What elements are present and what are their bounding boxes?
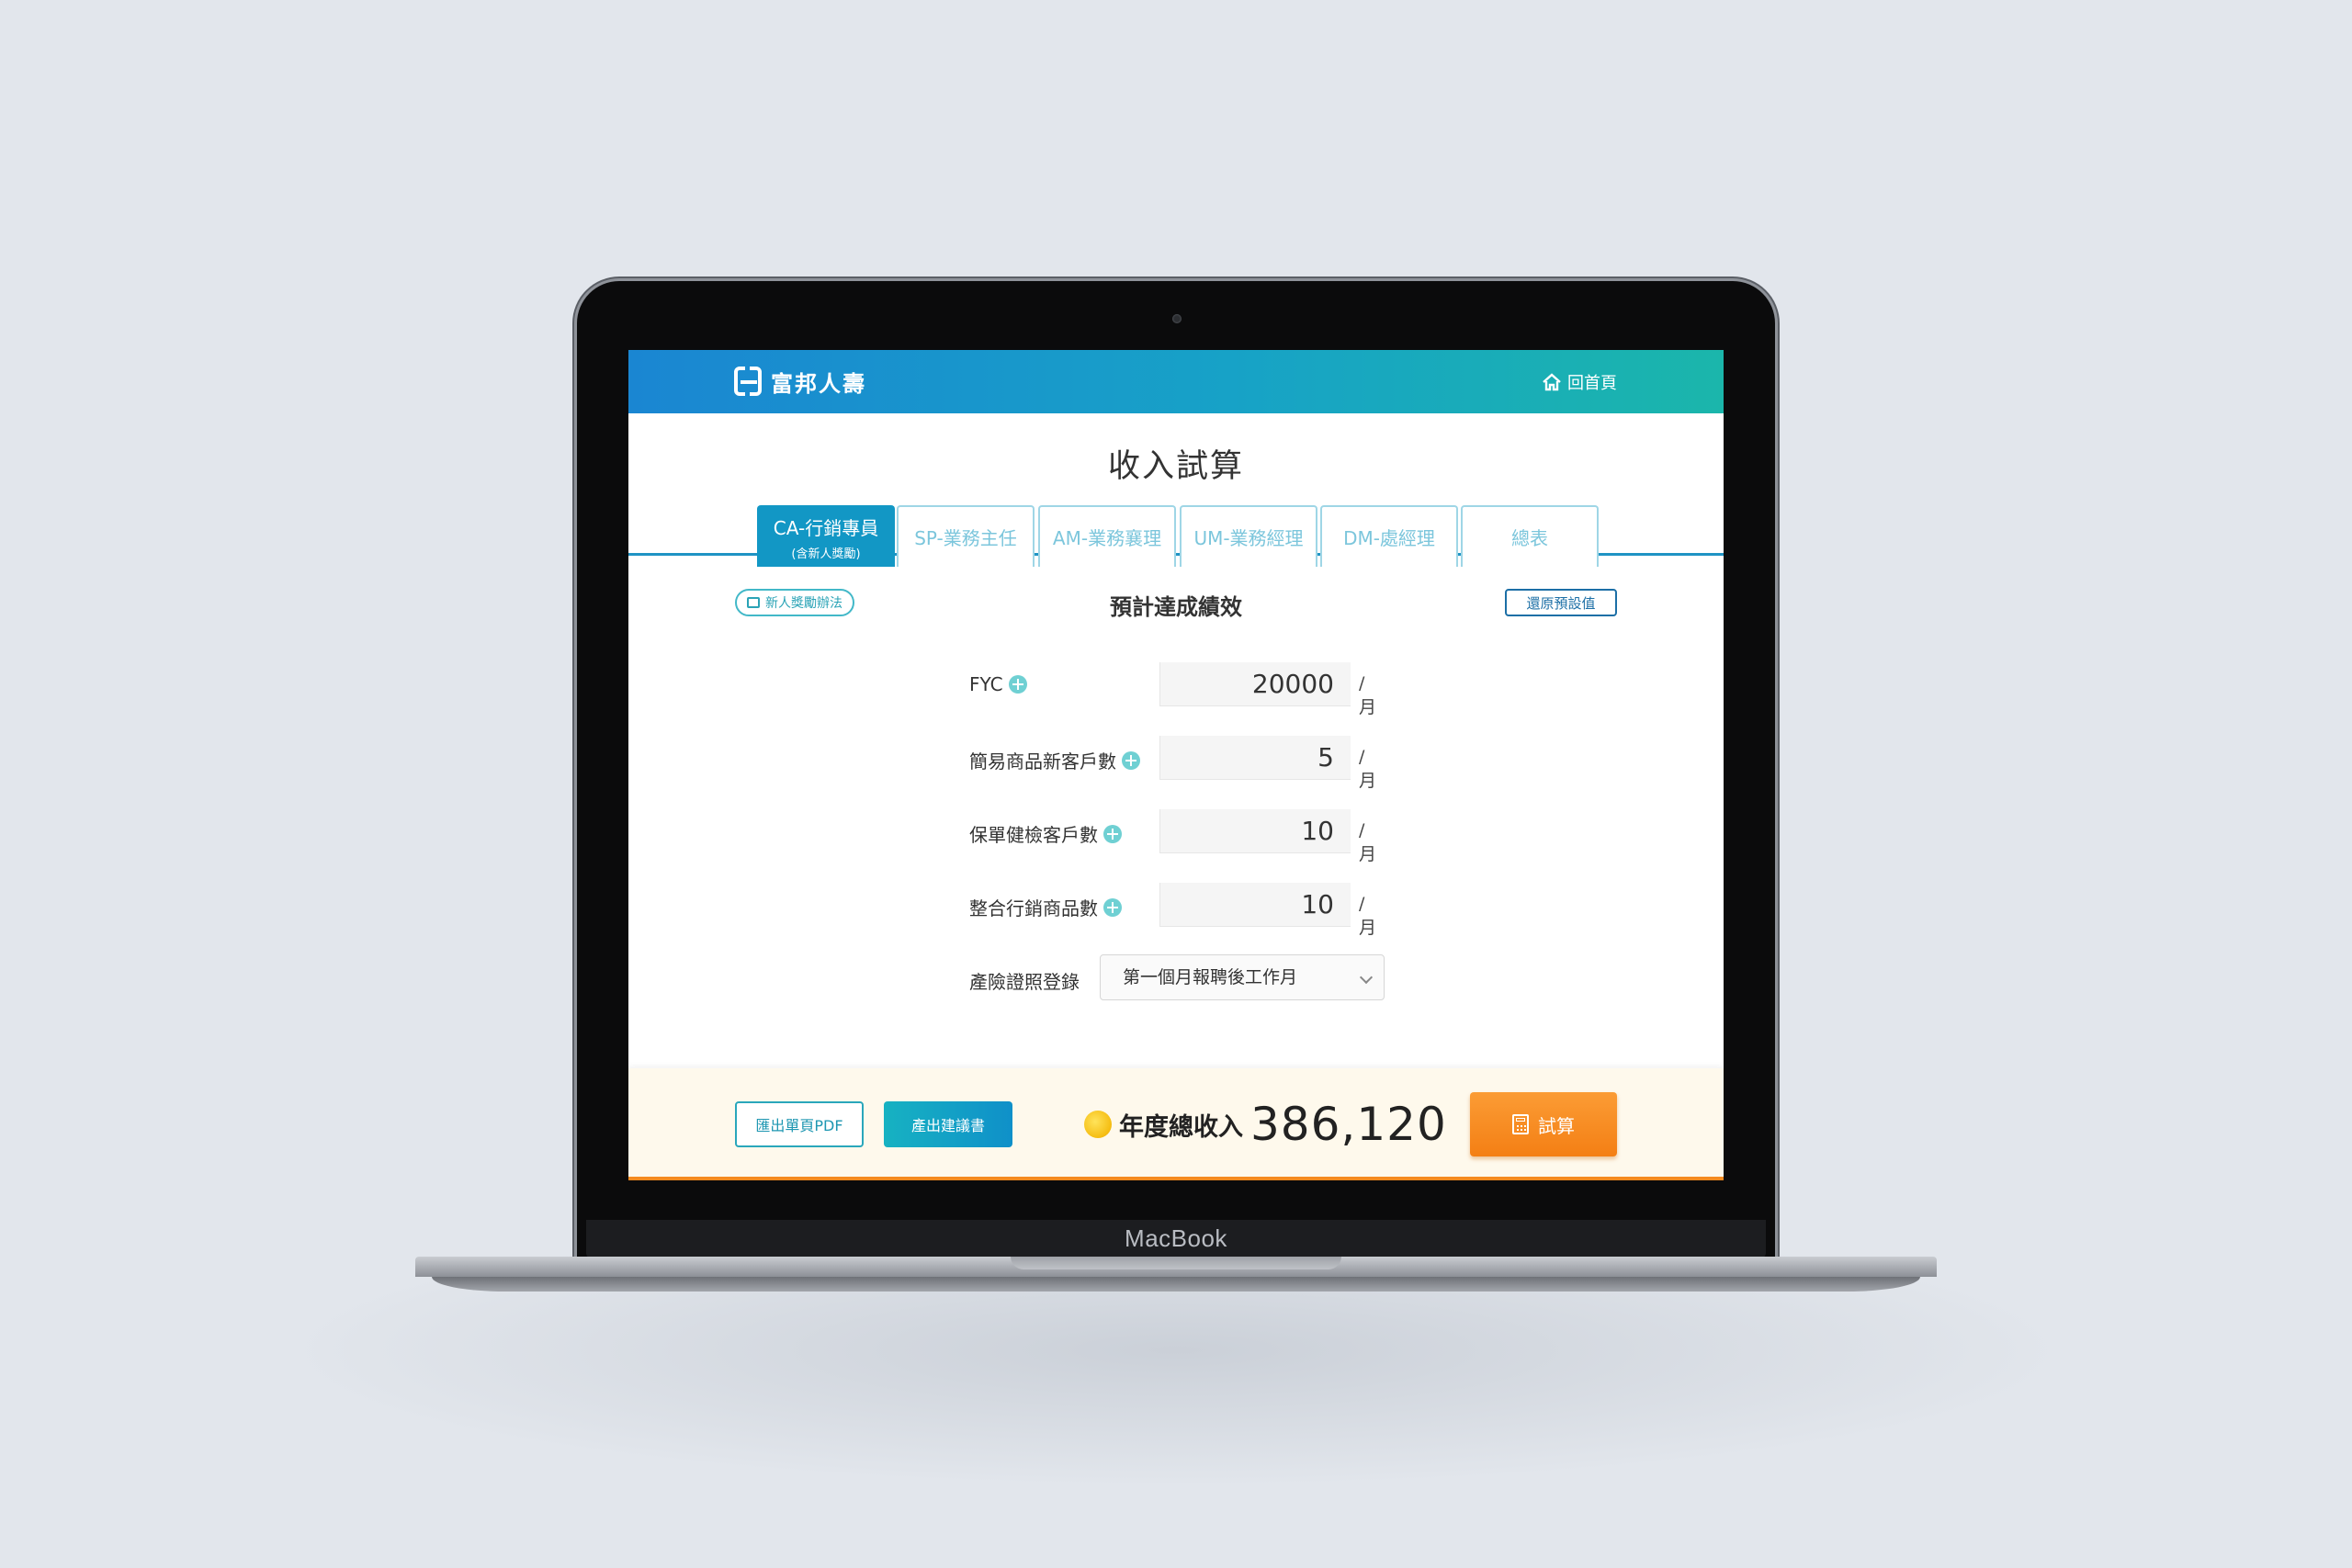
tab-ca[interactable]: CA-行銷專員 (含新人獎勵) — [757, 505, 895, 567]
field-label: 簡易商品新客戶數 — [969, 750, 1116, 773]
info-plus-icon[interactable] — [1103, 824, 1122, 843]
logo[interactable]: 富邦人壽 — [734, 365, 866, 398]
home-label: 回首頁 — [1567, 374, 1617, 393]
tab-sublabel: (含新人獎勵) — [791, 547, 861, 561]
reset-defaults-button[interactable]: 還原預設值 — [1505, 589, 1617, 616]
tab-label: SP-業務主任 — [914, 527, 1017, 549]
info-plus-icon[interactable] — [1122, 750, 1140, 770]
header-bar: 富邦人壽 回首頁 — [628, 350, 1724, 413]
unit-label: /月 — [1359, 747, 1377, 791]
bottom-action-bar: 匯出單頁PDF 產出建議書 年度總收入 386,120 試算 — [628, 1068, 1724, 1180]
total-value: 386,120 — [1250, 1098, 1447, 1151]
field-label-wrap: 簡易商品新客戶數 — [969, 747, 1140, 773]
generate-proposal-button[interactable]: 產出建議書 — [884, 1101, 1012, 1147]
select-value: 第一個月報聘後工作月 — [1123, 967, 1298, 987]
tab-label: DM-處經理 — [1343, 527, 1435, 549]
unit-label: /月 — [1359, 894, 1377, 938]
tab-label: UM-業務經理 — [1193, 527, 1304, 549]
camera — [1172, 314, 1182, 323]
device-brand: MacBook — [1125, 1224, 1227, 1252]
calculate-button[interactable]: 試算 — [1470, 1092, 1617, 1156]
unit-label: /月 — [1359, 820, 1377, 864]
export-pdf-button[interactable]: 匯出單頁PDF — [735, 1101, 864, 1147]
calculate-label: 試算 — [1538, 1114, 1575, 1137]
tab-label: 總表 — [1511, 527, 1548, 549]
logo-text: 富邦人壽 — [771, 370, 866, 397]
tab-dm[interactable]: DM-處經理 — [1320, 505, 1458, 567]
coin-icon — [1084, 1111, 1112, 1138]
chevron-down-icon — [1359, 970, 1374, 985]
total-label: 年度總收入 — [1119, 1112, 1243, 1142]
app-screen: 富邦人壽 回首頁 收入試算 CA-行銷專員 (含新人獎勵) SP-業務主任 AM… — [628, 350, 1724, 1180]
field-label: 保單健檢客戶數 — [969, 824, 1098, 846]
field-label-wrap: 整合行銷商品數 — [969, 894, 1122, 920]
tab-am[interactable]: AM-業務襄理 — [1038, 505, 1176, 567]
field-label-wrap: 產險證照登錄 — [969, 967, 1080, 994]
unit-label: /月 — [1359, 673, 1377, 717]
tab-um[interactable]: UM-業務經理 — [1180, 505, 1317, 567]
integrated-products-input[interactable]: 10 — [1159, 883, 1351, 927]
annual-income-total: 年度總收入 386,120 — [1084, 1092, 1447, 1156]
laptop-notch — [1011, 1257, 1341, 1269]
home-icon — [1543, 373, 1561, 391]
field-label-wrap: 保單健檢客戶數 — [969, 820, 1122, 847]
calculator-icon — [1512, 1114, 1529, 1134]
laptop-base-bottom — [432, 1277, 1920, 1292]
license-select[interactable]: 第一個月報聘後工作月 — [1100, 954, 1385, 1000]
field-label: 整合行銷商品數 — [969, 897, 1098, 919]
policy-review-input[interactable]: 10 — [1159, 809, 1351, 853]
field-label: FYC — [969, 673, 1003, 695]
tab-sp[interactable]: SP-業務主任 — [897, 505, 1035, 567]
simple-clients-input[interactable]: 5 — [1159, 736, 1351, 780]
tab-label: CA-行銷專員 — [773, 516, 879, 539]
tab-label: AM-業務襄理 — [1052, 527, 1162, 549]
field-label-wrap: FYC — [969, 673, 1027, 695]
tab-summary[interactable]: 總表 — [1461, 505, 1599, 567]
logo-mark-icon — [734, 366, 762, 397]
home-link[interactable]: 回首頁 — [1542, 370, 1617, 394]
page-title: 收入試算 — [1107, 448, 1244, 485]
fyc-input[interactable]: 20000 — [1159, 662, 1351, 706]
field-label: 產險證照登錄 — [969, 971, 1080, 993]
role-tabs: CA-行銷專員 (含新人獎勵) SP-業務主任 AM-業務襄理 UM-業務經理 … — [628, 505, 1724, 567]
info-plus-icon[interactable] — [1008, 675, 1027, 694]
info-plus-icon[interactable] — [1103, 897, 1122, 917]
